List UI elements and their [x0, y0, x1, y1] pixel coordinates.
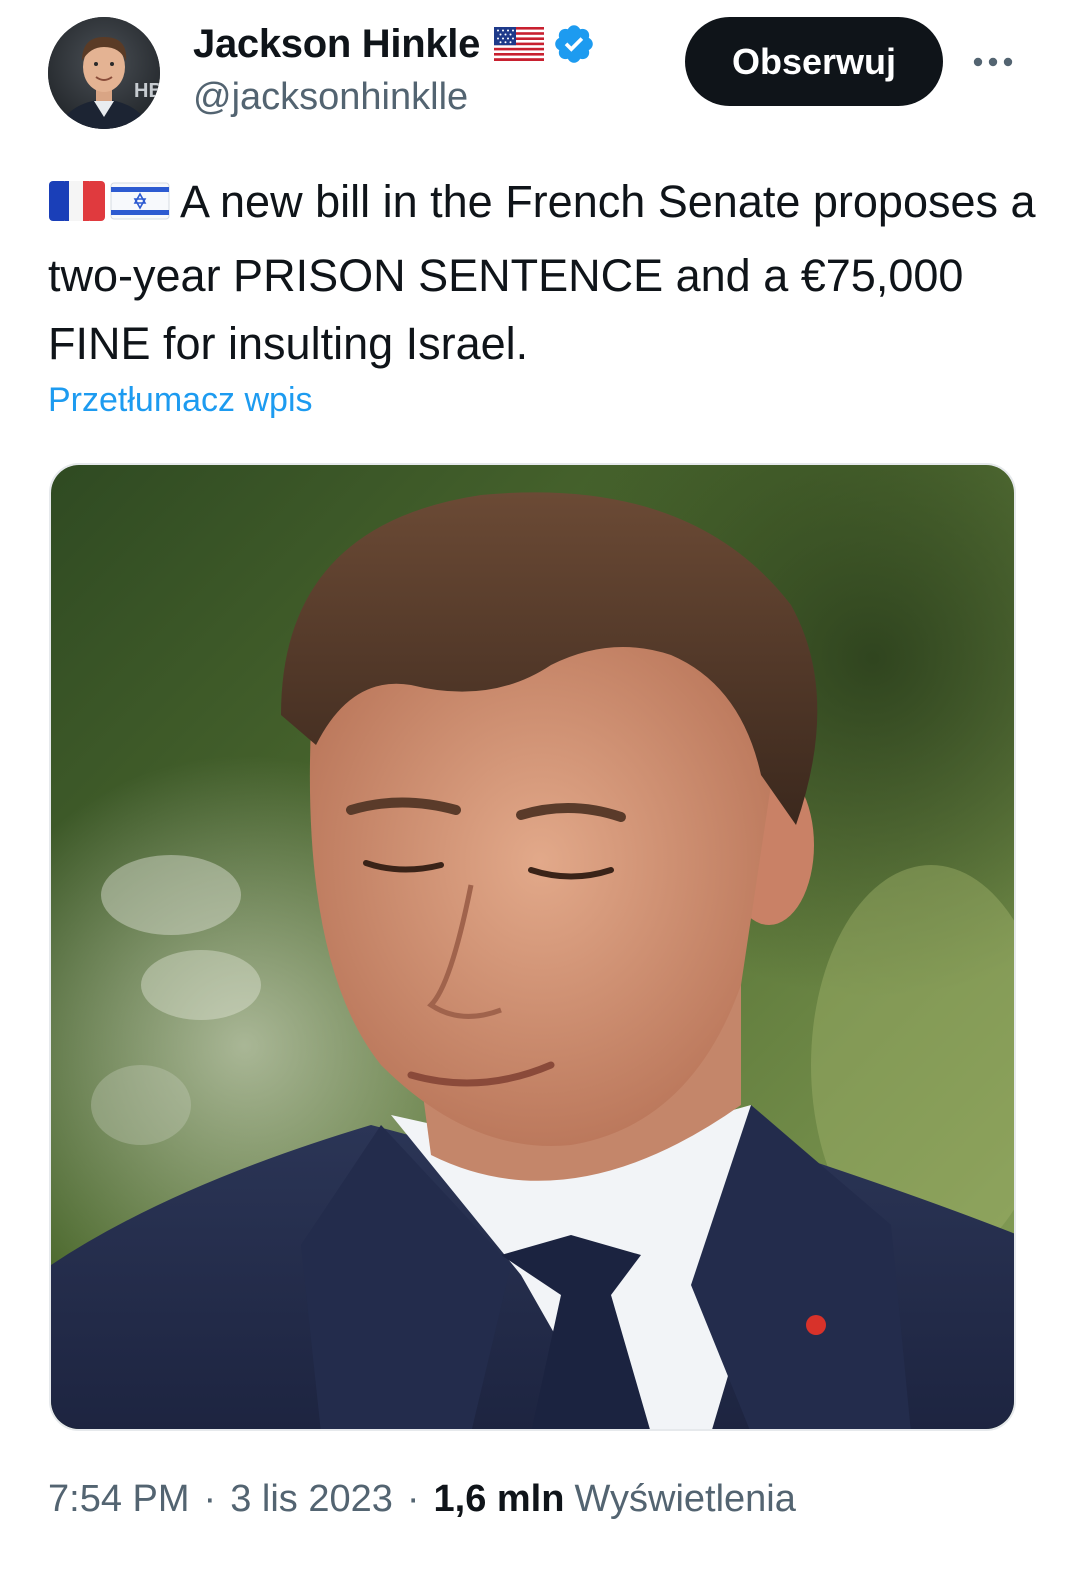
meta-separator: ·	[406, 1478, 420, 1520]
avatar-badge-text: HB	[134, 80, 160, 102]
author-name-row: Jackson Hinkle	[193, 18, 596, 70]
more-options-button[interactable]	[966, 38, 1020, 86]
israel-flag-icon	[110, 174, 170, 242]
france-flag-icon	[48, 174, 106, 242]
tweet-metadata: 7:54 PM · 3 lis 2023 · 1,6 mln Wyświetle…	[48, 1478, 796, 1521]
follow-button[interactable]: Obserwuj	[685, 17, 943, 106]
tweet-media-image[interactable]	[49, 463, 1016, 1431]
tweet-body-text: A new bill in the French Senate proposes…	[48, 176, 1036, 369]
photo-of-man-in-suit	[51, 465, 1014, 1429]
author-handle[interactable]: @jacksonhinklle	[193, 76, 596, 119]
us-flag-icon	[494, 27, 545, 61]
views-count[interactable]: 1,6 mln	[434, 1478, 565, 1521]
tweet-time[interactable]: 7:54 PM	[48, 1478, 190, 1521]
verified-badge-icon[interactable]	[552, 22, 596, 66]
tweet-detail-view: HB Jackson Hinkle @jacksonhinklle Obserw…	[0, 0, 1080, 1588]
author-display-name[interactable]: Jackson Hinkle	[193, 22, 480, 67]
tweet-date[interactable]: 3 lis 2023	[230, 1478, 393, 1521]
more-dots-icon	[973, 57, 1013, 67]
views-label[interactable]: Wyświetlenia	[574, 1478, 795, 1521]
meta-separator: ·	[203, 1478, 217, 1520]
tweet-text: A new bill in the French Senate proposes…	[48, 168, 1038, 378]
author-info[interactable]: Jackson Hinkle @jacksonhinklle	[193, 18, 596, 119]
author-avatar[interactable]: HB	[48, 17, 160, 129]
translate-post-link[interactable]: Przetłumacz wpis	[48, 381, 313, 420]
